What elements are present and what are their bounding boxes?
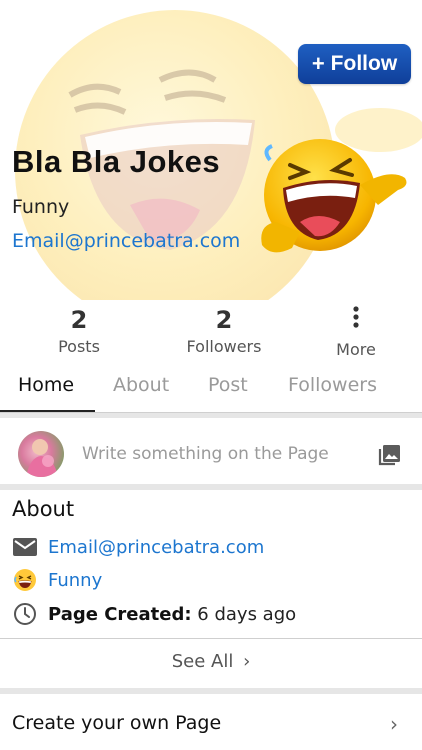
laughing-emoji-icon bbox=[261, 139, 407, 253]
cover-photo: + Follow Bla Bla Jokes Funny Email@princ… bbox=[0, 0, 422, 300]
follow-button-label: Follow bbox=[330, 52, 398, 75]
chevron-right-icon: › bbox=[243, 651, 251, 672]
section-divider bbox=[0, 484, 422, 490]
chevron-right-icon: › bbox=[390, 712, 398, 736]
create-page-label: Create your own Page bbox=[12, 712, 222, 734]
posts-label: Posts bbox=[58, 337, 100, 356]
about-email-link[interactable]: Email@princebatra.com bbox=[48, 537, 264, 558]
see-all-label: See All bbox=[171, 651, 234, 672]
followers-label: Followers bbox=[186, 337, 262, 356]
post-input[interactable]: Write something on the Page bbox=[82, 444, 329, 464]
clock-icon bbox=[12, 601, 38, 627]
tab-post[interactable]: Post bbox=[208, 374, 248, 396]
more-vertical-icon bbox=[296, 305, 416, 338]
see-all-button[interactable]: See All › bbox=[0, 651, 422, 672]
photo-icon[interactable] bbox=[378, 442, 402, 466]
plus-icon: + bbox=[311, 51, 325, 76]
about-heading: About bbox=[12, 497, 75, 521]
posts-count: 2 bbox=[70, 306, 88, 334]
about-category-row[interactable]: Funny bbox=[12, 567, 102, 593]
about-email-row[interactable]: Email@princebatra.com bbox=[12, 534, 264, 560]
tab-bar: Home About Post Followers bbox=[0, 366, 422, 414]
section-divider bbox=[0, 688, 422, 694]
about-category-link[interactable]: Funny bbox=[48, 570, 102, 591]
mail-icon bbox=[12, 534, 38, 560]
tab-home[interactable]: Home bbox=[18, 374, 74, 396]
page-created-value: 6 days ago bbox=[197, 603, 297, 625]
about-created-row: Page Created: 6 days ago bbox=[12, 601, 296, 627]
page-email-link[interactable]: Email@princebatra.com bbox=[12, 230, 240, 252]
tab-followers[interactable]: Followers bbox=[288, 374, 377, 396]
follow-button[interactable]: + Follow bbox=[298, 44, 411, 84]
laughing-emoji-icon bbox=[12, 567, 38, 593]
more-label: More bbox=[336, 340, 376, 359]
page-category: Funny bbox=[12, 196, 70, 218]
avatar bbox=[18, 431, 64, 477]
create-page-row[interactable]: Create your own Page › bbox=[0, 698, 422, 750]
post-composer[interactable]: Write something on the Page bbox=[0, 424, 422, 484]
stats-bar: 2 Posts 2 Followers More bbox=[0, 305, 422, 363]
stat-posts[interactable]: 2 Posts bbox=[19, 305, 139, 356]
followers-count: 2 bbox=[215, 306, 233, 334]
stat-more[interactable]: More bbox=[296, 305, 416, 359]
stat-followers[interactable]: 2 Followers bbox=[164, 305, 284, 356]
page-title: Bla Bla Jokes bbox=[12, 144, 221, 179]
about-divider bbox=[0, 638, 422, 639]
tabs-divider bbox=[0, 412, 422, 418]
tab-about[interactable]: About bbox=[113, 374, 169, 396]
page-created-label: Page Created: bbox=[48, 603, 192, 625]
